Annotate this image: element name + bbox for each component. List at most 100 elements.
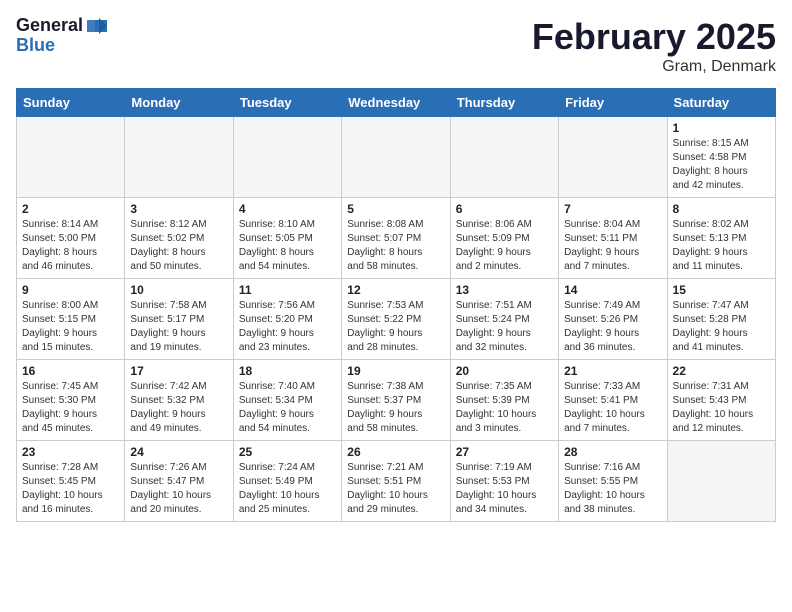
day-number: 8 [673, 202, 770, 216]
week-row-3: 9 Sunrise: 8:00 AM Sunset: 5:15 PM Daylig… [17, 279, 776, 360]
weekday-header-tuesday: Tuesday [233, 89, 341, 117]
day-number: 6 [456, 202, 553, 216]
day-info: Sunrise: 8:00 AM Sunset: 5:15 PM Dayligh… [22, 299, 119, 355]
weekday-header-wednesday: Wednesday [342, 89, 450, 117]
day-info: Sunrise: 7:58 AM Sunset: 5:17 PM Dayligh… [130, 299, 227, 355]
day-number: 15 [673, 283, 770, 297]
day-number: 26 [347, 445, 444, 459]
calendar-cell: 4 Sunrise: 8:10 AM Sunset: 5:05 PM Daylig… [233, 198, 341, 279]
calendar-cell: 12 Sunrise: 7:53 AM Sunset: 5:22 PM Dayli… [342, 279, 450, 360]
day-info: Sunrise: 7:28 AM Sunset: 5:45 PM Dayligh… [22, 461, 119, 517]
day-info: Sunrise: 7:42 AM Sunset: 5:32 PM Dayligh… [130, 380, 227, 436]
calendar-cell: 11 Sunrise: 7:56 AM Sunset: 5:20 PM Dayli… [233, 279, 341, 360]
day-info: Sunrise: 7:21 AM Sunset: 5:51 PM Dayligh… [347, 461, 444, 517]
day-number: 12 [347, 283, 444, 297]
day-info: Sunrise: 7:38 AM Sunset: 5:37 PM Dayligh… [347, 380, 444, 436]
day-info: Sunrise: 8:10 AM Sunset: 5:05 PM Dayligh… [239, 218, 336, 274]
day-info: Sunrise: 7:53 AM Sunset: 5:22 PM Dayligh… [347, 299, 444, 355]
day-info: Sunrise: 7:19 AM Sunset: 5:53 PM Dayligh… [456, 461, 553, 517]
day-info: Sunrise: 7:31 AM Sunset: 5:43 PM Dayligh… [673, 380, 770, 436]
logo-text: General Blue [16, 16, 107, 56]
day-number: 25 [239, 445, 336, 459]
day-info: Sunrise: 8:15 AM Sunset: 4:58 PM Dayligh… [673, 137, 770, 193]
logo-general: General [16, 16, 83, 36]
day-info: Sunrise: 7:51 AM Sunset: 5:24 PM Dayligh… [456, 299, 553, 355]
day-info: Sunrise: 7:26 AM Sunset: 5:47 PM Dayligh… [130, 461, 227, 517]
day-number: 7 [564, 202, 661, 216]
calendar-cell: 24 Sunrise: 7:26 AM Sunset: 5:47 PM Dayli… [125, 441, 233, 522]
calendar-cell: 3Sunrise: 8:12 AM Sunset: 5:02 PM Daylig… [125, 198, 233, 279]
day-info: Sunrise: 7:16 AM Sunset: 5:55 PM Dayligh… [564, 461, 661, 517]
day-info: Sunrise: 7:47 AM Sunset: 5:28 PM Dayligh… [673, 299, 770, 355]
calendar-cell: 23 Sunrise: 7:28 AM Sunset: 5:45 PM Dayli… [17, 441, 125, 522]
calendar-cell [559, 117, 667, 198]
day-number: 17 [130, 364, 227, 378]
day-number: 27 [456, 445, 553, 459]
calendar-cell: 27 Sunrise: 7:19 AM Sunset: 5:53 PM Dayli… [450, 441, 558, 522]
calendar-cell [17, 117, 125, 198]
calendar-cell: 9 Sunrise: 8:00 AM Sunset: 5:15 PM Daylig… [17, 279, 125, 360]
calendar-cell: 14 Sunrise: 7:49 AM Sunset: 5:26 PM Dayli… [559, 279, 667, 360]
day-number: 19 [347, 364, 444, 378]
calendar-cell: 7 Sunrise: 8:04 AM Sunset: 5:11 PM Daylig… [559, 198, 667, 279]
day-info: Sunrise: 8:14 AM Sunset: 5:00 PM Dayligh… [22, 218, 119, 274]
weekday-header-friday: Friday [559, 89, 667, 117]
calendar-cell: 10Sunrise: 7:58 AM Sunset: 5:17 PM Dayli… [125, 279, 233, 360]
calendar-cell: 16 Sunrise: 7:45 AM Sunset: 5:30 PM Dayli… [17, 360, 125, 441]
day-info: Sunrise: 8:08 AM Sunset: 5:07 PM Dayligh… [347, 218, 444, 274]
day-info: Sunrise: 8:04 AM Sunset: 5:11 PM Dayligh… [564, 218, 661, 274]
day-number: 16 [22, 364, 119, 378]
day-number: 5 [347, 202, 444, 216]
day-info: Sunrise: 7:56 AM Sunset: 5:20 PM Dayligh… [239, 299, 336, 355]
calendar-title: February 2025 [532, 16, 776, 58]
calendar-cell: 1 Sunrise: 8:15 AM Sunset: 4:58 PM Daylig… [667, 117, 775, 198]
weekday-header-sunday: Sunday [17, 89, 125, 117]
day-number: 1 [673, 121, 770, 135]
calendar-cell [450, 117, 558, 198]
logo-blue: Blue [16, 36, 107, 56]
day-number: 24 [130, 445, 227, 459]
day-info: Sunrise: 7:45 AM Sunset: 5:30 PM Dayligh… [22, 380, 119, 436]
day-number: 2 [22, 202, 119, 216]
calendar-cell: 17 Sunrise: 7:42 AM Sunset: 5:32 PM Dayli… [125, 360, 233, 441]
day-number: 14 [564, 283, 661, 297]
calendar-cell: 5 Sunrise: 8:08 AM Sunset: 5:07 PM Daylig… [342, 198, 450, 279]
week-row-1: 1 Sunrise: 8:15 AM Sunset: 4:58 PM Daylig… [17, 117, 776, 198]
calendar-cell: 15 Sunrise: 7:47 AM Sunset: 5:28 PM Dayli… [667, 279, 775, 360]
day-info: Sunrise: 7:40 AM Sunset: 5:34 PM Dayligh… [239, 380, 336, 436]
day-number: 23 [22, 445, 119, 459]
title-area: February 2025 Gram, Denmark [532, 16, 776, 76]
calendar-cell [125, 117, 233, 198]
logo-arrow-icon [85, 18, 107, 34]
calendar-cell: 25 Sunrise: 7:24 AM Sunset: 5:49 PM Dayli… [233, 441, 341, 522]
week-row-4: 16 Sunrise: 7:45 AM Sunset: 5:30 PM Dayli… [17, 360, 776, 441]
day-number: 20 [456, 364, 553, 378]
day-info: Sunrise: 7:24 AM Sunset: 5:49 PM Dayligh… [239, 461, 336, 517]
calendar-cell: 18 Sunrise: 7:40 AM Sunset: 5:34 PM Dayli… [233, 360, 341, 441]
week-row-2: 2 Sunrise: 8:14 AM Sunset: 5:00 PM Daylig… [17, 198, 776, 279]
calendar-cell [342, 117, 450, 198]
day-number: 28 [564, 445, 661, 459]
calendar-cell: 22 Sunrise: 7:31 AM Sunset: 5:43 PM Dayli… [667, 360, 775, 441]
calendar-subtitle: Gram, Denmark [532, 58, 776, 76]
day-number: 13 [456, 283, 553, 297]
calendar-cell [667, 441, 775, 522]
day-info: Sunrise: 7:35 AM Sunset: 5:39 PM Dayligh… [456, 380, 553, 436]
calendar-cell: 13 Sunrise: 7:51 AM Sunset: 5:24 PM Dayli… [450, 279, 558, 360]
day-number: 22 [673, 364, 770, 378]
day-number: 18 [239, 364, 336, 378]
day-info: Sunrise: 7:49 AM Sunset: 5:26 PM Dayligh… [564, 299, 661, 355]
day-number: 21 [564, 364, 661, 378]
header: General Blue February 2025 Gram, Denmark [16, 16, 776, 76]
calendar-cell: 26 Sunrise: 7:21 AM Sunset: 5:51 PM Dayli… [342, 441, 450, 522]
calendar-cell: 2 Sunrise: 8:14 AM Sunset: 5:00 PM Daylig… [17, 198, 125, 279]
day-number: 9 [22, 283, 119, 297]
weekday-header-thursday: Thursday [450, 89, 558, 117]
logo: General Blue [16, 16, 107, 56]
weekday-header-saturday: Saturday [667, 89, 775, 117]
calendar-cell: 6Sunrise: 8:06 AM Sunset: 5:09 PM Daylig… [450, 198, 558, 279]
day-info: Sunrise: 8:02 AM Sunset: 5:13 PM Dayligh… [673, 218, 770, 274]
day-number: 11 [239, 283, 336, 297]
calendar-cell [233, 117, 341, 198]
day-number: 4 [239, 202, 336, 216]
